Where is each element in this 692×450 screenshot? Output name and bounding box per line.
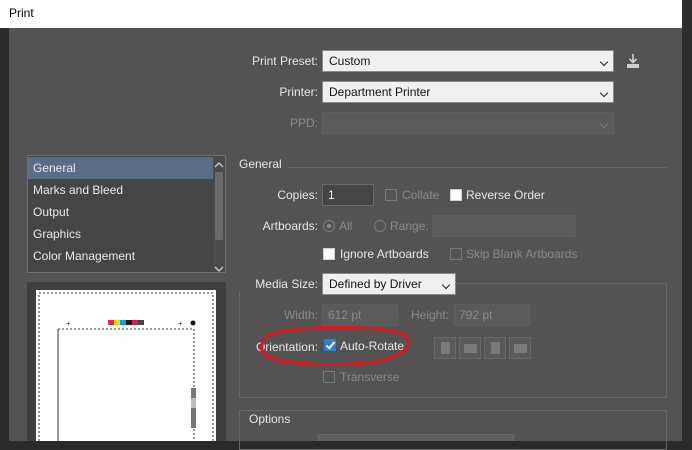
printer-value: Department Printer xyxy=(329,85,431,99)
portrait-orientation-button[interactable] xyxy=(434,337,456,359)
landscape-flipped-icon xyxy=(514,344,527,353)
options-control[interactable] xyxy=(318,434,514,441)
collate-label: Collate xyxy=(402,188,440,202)
transverse-label: Transverse xyxy=(340,370,400,384)
scrollbar-thumb[interactable] xyxy=(215,172,223,240)
media-size-select[interactable]: Defined by Driver xyxy=(322,273,456,295)
copies-label: Copies: xyxy=(277,188,318,202)
artboards-all-radio[interactable] xyxy=(323,220,335,232)
skip-blank-artboards-checkbox[interactable] xyxy=(450,248,462,260)
save-preset-icon[interactable] xyxy=(624,52,642,70)
chevron-down-icon xyxy=(599,88,609,98)
title-bar[interactable]: Print xyxy=(0,0,682,28)
ppd-select[interactable] xyxy=(322,112,614,134)
range-input[interactable] xyxy=(432,215,576,237)
ignore-artboards-label: Ignore Artboards xyxy=(340,247,429,261)
options-heading: Options xyxy=(245,412,295,426)
landscape-orientation-button[interactable] xyxy=(459,337,481,359)
collate-checkbox[interactable] xyxy=(385,189,397,201)
skip-blank-artboards-label: Skip Blank Artboards xyxy=(466,247,578,261)
general-divider xyxy=(287,167,667,168)
width-label: Width: xyxy=(283,308,318,322)
sidebar-item-graphics[interactable]: Graphics xyxy=(28,223,214,245)
chevron-down-icon xyxy=(599,57,609,67)
sidebar-item-output[interactable]: Output xyxy=(28,201,214,223)
window-edge xyxy=(682,0,692,441)
preview-marks: + + xyxy=(38,292,214,450)
media-size-value: Defined by Driver xyxy=(329,277,422,291)
copies-input[interactable]: 1 xyxy=(322,184,374,206)
portrait-icon xyxy=(441,342,450,354)
section-list: General Marks and Bleed Output Graphics … xyxy=(27,155,226,273)
landscape-icon xyxy=(464,344,477,353)
ppd-label: PPD: xyxy=(289,116,318,130)
sidebar-item-color-management[interactable]: Color Management xyxy=(28,245,214,267)
chevron-down-icon xyxy=(441,280,451,290)
transverse-checkbox[interactable] xyxy=(323,371,335,383)
scroll-down-icon[interactable] xyxy=(214,262,224,276)
svg-text:+: + xyxy=(66,319,71,328)
print-preset-value: Custom xyxy=(329,54,371,68)
chevron-down-icon xyxy=(599,119,609,129)
sidebar-item-general[interactable]: General xyxy=(28,157,214,179)
portrait-flipped-icon xyxy=(491,342,500,354)
ignore-artboards-checkbox[interactable] xyxy=(323,248,335,260)
artboards-label: Artboards: xyxy=(262,219,318,233)
reverse-order-label: Reverse Order xyxy=(466,188,545,202)
media-size-label: Media Size: xyxy=(230,277,318,291)
landscape-flipped-orientation-button[interactable] xyxy=(509,337,531,359)
printer-select[interactable]: Department Printer xyxy=(322,81,614,103)
scroll-up-icon[interactable] xyxy=(214,158,224,172)
svg-text:+: + xyxy=(178,319,183,328)
print-preset-label: Print Preset: xyxy=(251,54,318,68)
artboards-range-radio[interactable] xyxy=(374,220,386,232)
artboards-all-label: All xyxy=(339,219,353,233)
print-preset-select[interactable]: Custom xyxy=(322,50,614,72)
options-group xyxy=(239,410,667,450)
portrait-flipped-orientation-button[interactable] xyxy=(484,337,506,359)
height-input[interactable]: 792 pt xyxy=(453,304,531,326)
red-annotation-circle xyxy=(260,325,411,367)
preview-page: + + xyxy=(36,290,216,450)
general-heading: General xyxy=(239,157,282,171)
height-label: Height: xyxy=(411,308,450,322)
reverse-order-checkbox[interactable] xyxy=(450,189,462,201)
window-title: Print xyxy=(9,6,34,20)
printer-label: Printer: xyxy=(279,85,318,99)
artboards-range-label: Range: xyxy=(390,219,429,233)
sidebar-item-marks-and-bleed[interactable]: Marks and Bleed xyxy=(28,179,214,201)
